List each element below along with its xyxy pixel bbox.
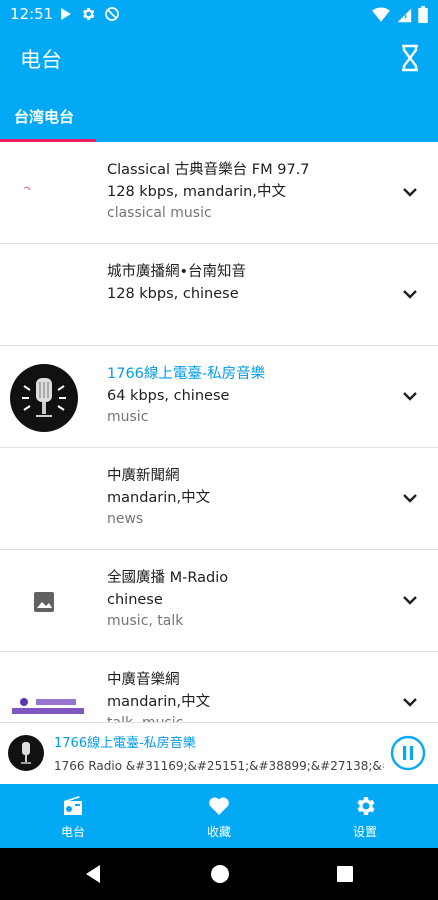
chevron-down-icon[interactable] <box>400 590 420 610</box>
tab-bar: 台湾电台 <box>0 86 438 142</box>
nav-item-favorites[interactable]: 收藏 <box>146 784 292 848</box>
play-indicator-icon <box>61 8 71 20</box>
status-time: 12:51 <box>10 5 54 23</box>
station-list[interactable]: Classical 古典音樂台 FM 97.7 128 kbps, mandar… <box>0 142 438 722</box>
station-name: 1766線上電臺-私房音樂 <box>107 366 266 382</box>
microphone-logo <box>10 364 78 432</box>
station-name: 中廣音樂網 <box>107 672 180 688</box>
chevron-down-icon[interactable] <box>400 284 420 304</box>
bottom-navigation: 电台 收藏 设置 <box>0 784 438 848</box>
chevron-down-icon[interactable] <box>400 692 420 712</box>
station-genre: news <box>107 511 144 527</box>
station-bitrate: 128 kbps, chinese <box>107 285 239 302</box>
station-genre: music <box>107 409 149 425</box>
station-logo <box>12 696 84 714</box>
data-saver-icon <box>105 7 119 21</box>
station-name: 城市廣播網•台南知音 <box>107 264 247 280</box>
app-bar: 电台 <box>0 30 438 86</box>
station-name: Classical 古典音樂台 FM 97.7 <box>107 162 310 178</box>
wifi-icon <box>372 7 390 22</box>
station-row[interactable]: 城市廣播網•台南知音 128 kbps, chinese <box>0 244 438 346</box>
pause-icon[interactable] <box>390 735 426 771</box>
station-row[interactable]: Classical 古典音樂台 FM 97.7 128 kbps, mandar… <box>0 142 438 244</box>
chevron-down-icon[interactable] <box>400 488 420 508</box>
station-bitrate: mandarin,中文 <box>107 489 211 506</box>
chevron-down-icon[interactable] <box>400 386 420 406</box>
station-row[interactable]: 1766線上電臺-私房音樂 64 kbps, chinese music <box>0 346 438 448</box>
tab-label: 台湾电台 <box>14 108 75 126</box>
battery-icon <box>418 6 428 23</box>
station-name: 中廣新聞網 <box>107 468 180 484</box>
sleep-timer-icon[interactable] <box>398 44 422 72</box>
now-playing-subtitle: 1766 Radio &#31169;&#25151;&#38899;&#271… <box>54 759 384 773</box>
station-genre: music, talk <box>107 613 184 629</box>
nav-label: 设置 <box>352 825 377 839</box>
back-icon[interactable] <box>84 864 102 884</box>
image-placeholder-icon <box>34 592 54 612</box>
station-bitrate: chinese <box>107 591 163 608</box>
tab-taiwan-radio[interactable]: 台湾电台 <box>0 86 96 142</box>
nav-item-radio[interactable]: 电台 <box>0 784 146 848</box>
system-navigation-bar <box>0 848 438 900</box>
chevron-down-icon[interactable] <box>400 182 420 202</box>
station-genre: talk, music <box>107 713 387 722</box>
signal-icon <box>397 8 412 22</box>
now-playing-bar[interactable]: 1766線上電臺-私房音樂 1766 Radio &#31169;&#25151… <box>0 722 438 784</box>
station-genre: classical music <box>107 205 212 221</box>
station-name: 全國廣播 M-Radio <box>107 570 229 586</box>
gear-icon <box>357 797 375 815</box>
station-bitrate: 64 kbps, chinese <box>107 387 230 404</box>
station-logo <box>23 186 31 191</box>
station-bitrate: 128 kbps, mandarin,中文 <box>107 183 286 200</box>
now-playing-logo <box>8 735 44 771</box>
page-title: 电台 <box>20 48 62 72</box>
home-icon[interactable] <box>210 864 230 884</box>
station-row[interactable]: 中廣音樂網 mandarin,中文 talk, music <box>0 652 438 722</box>
nav-label: 电台 <box>60 825 85 839</box>
status-bar: 12:51 <box>0 0 438 30</box>
recents-icon[interactable] <box>336 865 354 883</box>
nav-item-settings[interactable]: 设置 <box>292 784 438 848</box>
station-row[interactable]: 中廣新聞網 mandarin,中文 news <box>0 448 438 550</box>
nav-label: 收藏 <box>206 825 231 839</box>
settings-notification-icon <box>82 8 95 20</box>
heart-icon <box>209 797 229 815</box>
station-row[interactable]: 全國廣播 M-Radio chinese music, talk <box>0 550 438 652</box>
now-playing-title: 1766線上電臺-私房音樂 <box>54 736 196 751</box>
station-bitrate: mandarin,中文 <box>107 693 211 710</box>
radio-icon <box>64 796 82 815</box>
